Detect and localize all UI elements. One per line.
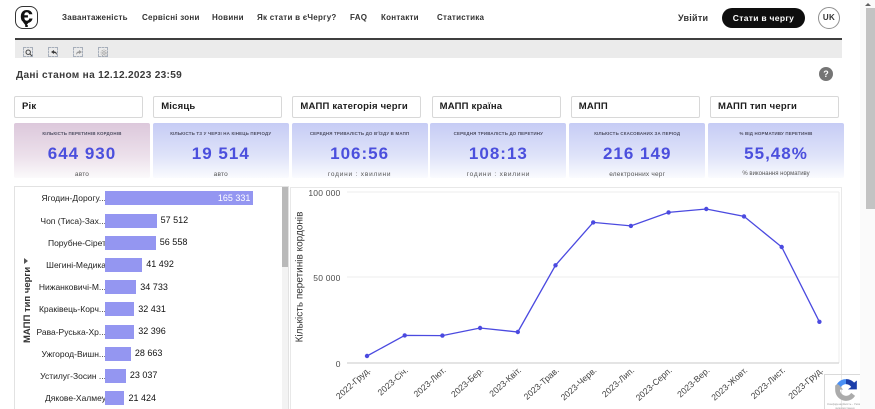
svg-text:0: 0 [336, 359, 341, 369]
svg-text:2023-Лип.: 2023-Лип. [600, 365, 636, 399]
svg-text:50 000: 50 000 [313, 273, 340, 283]
svg-text:100 000: 100 000 [308, 188, 340, 198]
svg-text:2023-Лют.: 2023-Лют. [412, 365, 448, 399]
svg-text:2023-Черв.: 2023-Черв. [559, 365, 599, 402]
svg-text:2023-Вер.: 2023-Вер. [675, 365, 711, 399]
svg-text:2022-Груд.: 2022-Груд. [334, 365, 372, 401]
svg-text:2023-Бер.: 2023-Бер. [449, 365, 485, 399]
svg-text:2023-Серп.: 2023-Серп. [634, 365, 674, 403]
svg-text:Кількість перетинів кордонів: Кількість перетинів кордонів [295, 212, 306, 343]
svg-text:2023-Жовт.: 2023-Жовт. [709, 365, 749, 402]
svg-text:2023-Січ.: 2023-Січ. [376, 365, 410, 397]
svg-text:2023-Квіт.: 2023-Квіт. [487, 365, 523, 399]
svg-text:2023-Лист.: 2023-Лист. [749, 365, 787, 401]
svg-text:2023-Трав.: 2023-Трав. [522, 365, 561, 402]
svg-text:2023-Груд.: 2023-Груд. [786, 365, 824, 401]
